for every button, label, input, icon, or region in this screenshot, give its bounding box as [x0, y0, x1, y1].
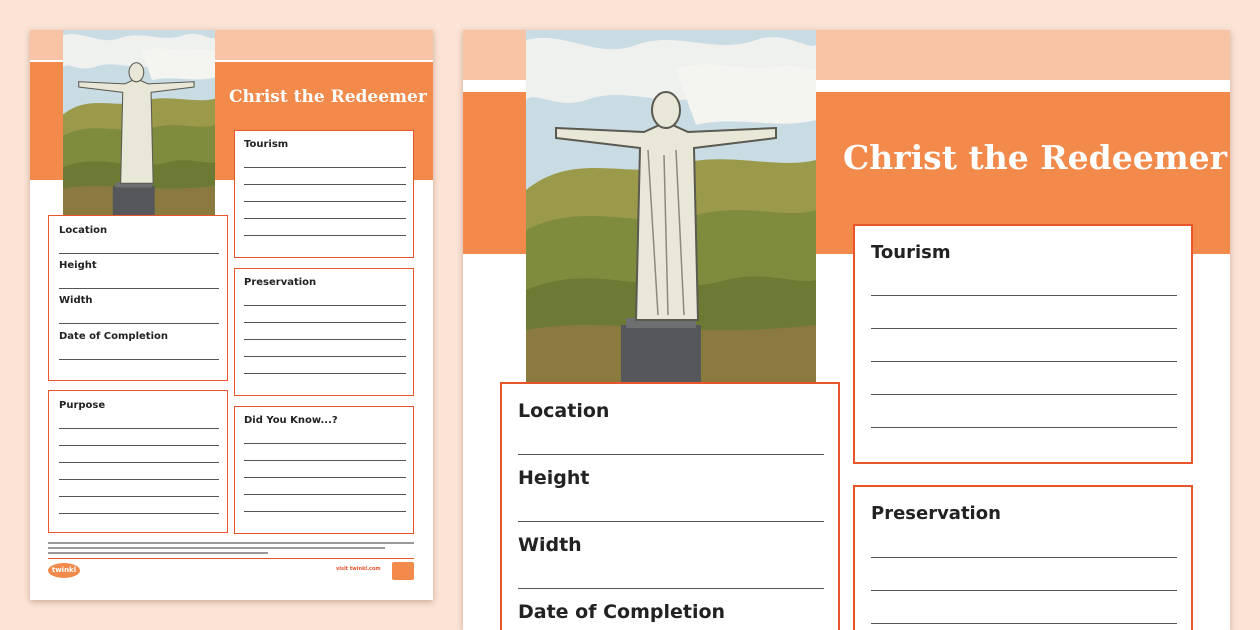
- answer-line[interactable]: [871, 328, 1177, 329]
- answer-line[interactable]: [871, 557, 1177, 558]
- worksheet-preview-zoomed: Christ the Redeemer Location Height Widt…: [463, 30, 1230, 630]
- answer-line[interactable]: [59, 496, 219, 497]
- answer-line[interactable]: [244, 305, 406, 306]
- answer-line[interactable]: [244, 167, 406, 168]
- answer-line[interactable]: [244, 218, 406, 219]
- field-label-location: Location: [518, 400, 610, 422]
- footer-divider: [48, 558, 414, 559]
- answer-line[interactable]: [244, 356, 406, 357]
- answer-line[interactable]: [518, 588, 824, 589]
- answer-line[interactable]: [59, 288, 219, 289]
- answer-line[interactable]: [871, 361, 1177, 362]
- info-box: Location Height Width Date of Completion: [500, 382, 840, 630]
- field-label-date-of-completion: Date of Completion: [59, 331, 168, 342]
- answer-line[interactable]: [244, 477, 406, 478]
- preservation-box: Preservation: [234, 268, 414, 396]
- statue-illustration: [63, 30, 215, 216]
- answer-line[interactable]: [871, 590, 1177, 591]
- field-label-width: Width: [59, 295, 93, 306]
- answer-line[interactable]: [244, 373, 406, 374]
- twinkl-logo: twinkl: [48, 563, 80, 578]
- field-label-tourism: Tourism: [244, 139, 289, 150]
- preservation-box: Preservation: [853, 485, 1193, 630]
- answer-line[interactable]: [871, 427, 1177, 428]
- answer-line[interactable]: [244, 443, 406, 444]
- answer-line[interactable]: [244, 322, 406, 323]
- worksheet-title: Christ the Redeemer: [843, 138, 1227, 177]
- did-you-know-box: Did You Know...?: [234, 406, 414, 534]
- worksheet-preview-small: Christ the Redeemer Location Height Widt…: [30, 30, 433, 600]
- answer-line[interactable]: [59, 513, 219, 514]
- purpose-box: Purpose: [48, 390, 228, 533]
- statue-illustration: [526, 30, 816, 382]
- answer-line[interactable]: [59, 253, 219, 254]
- field-label-did-you-know: Did You Know...?: [244, 415, 338, 426]
- answer-line[interactable]: [59, 479, 219, 480]
- answer-line[interactable]: [244, 511, 406, 512]
- disclaimer-text: [48, 540, 414, 558]
- answer-line[interactable]: [244, 201, 406, 202]
- field-label-height: Height: [59, 260, 97, 271]
- answer-line[interactable]: [244, 339, 406, 340]
- field-label-preservation: Preservation: [244, 277, 317, 288]
- answer-line[interactable]: [59, 462, 219, 463]
- answer-line[interactable]: [518, 454, 824, 455]
- field-label-width: Width: [518, 534, 582, 556]
- field-label-tourism: Tourism: [871, 242, 951, 263]
- answer-line[interactable]: [244, 184, 406, 185]
- tourism-box: Tourism: [853, 224, 1193, 464]
- answer-line[interactable]: [59, 428, 219, 429]
- field-label-height: Height: [518, 467, 590, 489]
- website-link[interactable]: visit twinkl.com: [336, 566, 381, 572]
- answer-line[interactable]: [871, 295, 1177, 296]
- answer-line[interactable]: [244, 460, 406, 461]
- worksheet-title: Christ the Redeemer: [229, 87, 427, 107]
- answer-line[interactable]: [59, 359, 219, 360]
- answer-line[interactable]: [59, 445, 219, 446]
- certification-badge: [392, 562, 414, 580]
- field-label-preservation: Preservation: [871, 503, 1001, 524]
- answer-line[interactable]: [871, 394, 1177, 395]
- field-label-date-of-completion: Date of Completion: [518, 601, 726, 623]
- info-box: Location Height Width Date of Completion: [48, 215, 228, 381]
- answer-line[interactable]: [59, 323, 219, 324]
- field-label-location: Location: [59, 225, 108, 236]
- answer-line[interactable]: [244, 494, 406, 495]
- tourism-box: Tourism: [234, 130, 414, 258]
- answer-line[interactable]: [518, 521, 824, 522]
- field-label-purpose: Purpose: [59, 400, 106, 411]
- answer-line[interactable]: [871, 623, 1177, 624]
- answer-line[interactable]: [244, 235, 406, 236]
